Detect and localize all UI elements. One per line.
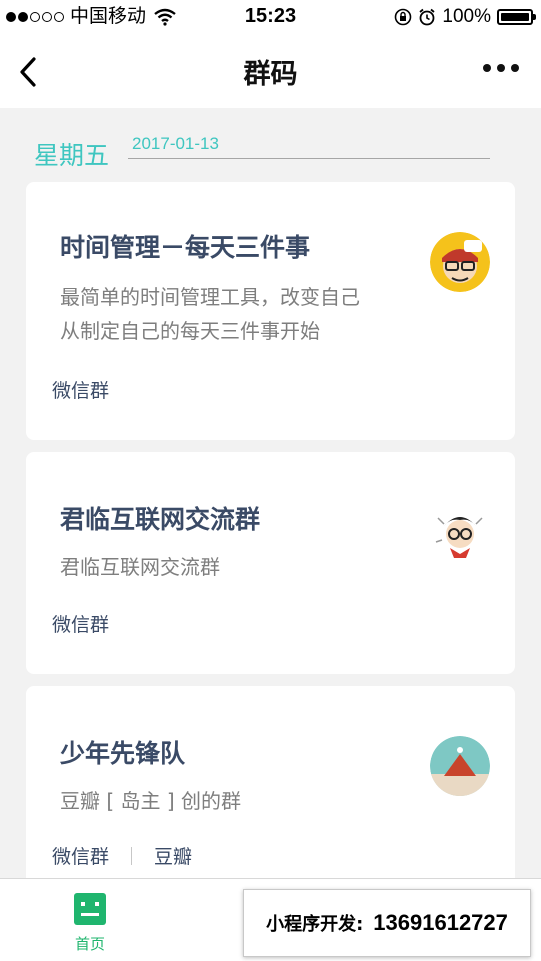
battery-fill [501,13,529,21]
card-description: 君临互联网交流群 [60,550,220,584]
tag-label: 微信群 [52,614,110,636]
card-tags: 微信群 [52,610,109,637]
cartoon-avatar-icon [430,504,490,564]
rotation-lock-icon [395,8,412,26]
tag-label: 微信群 [52,380,110,402]
avatar [430,232,490,292]
card-title: 君临互联网交流群 [60,505,261,534]
page-title: 群码 [243,59,298,90]
status-bar: 中国移动 15:23 100% [0,0,541,34]
group-card[interactable]: 少年先锋队 豆瓣 [ 岛主 ] 创的群 微信群 豆瓣 [26,686,515,886]
promo-label: 小程序开发: [266,914,364,935]
card-description-line: 从制定自己的每天三件事开始 [60,319,320,343]
tag-separator [131,846,133,865]
tag-label: 微信群 [52,846,110,868]
card-description-line: 最简单的时间管理工具，改变自己 [60,285,360,309]
weekday-label: 星期五 [34,141,110,170]
chevron-left-icon[interactable] [14,54,42,90]
card-tags: 微信群 [52,376,109,403]
nav-bar: 群码 [0,34,541,108]
avatar [430,736,490,796]
card-description-line: 君临互联网交流群 [60,555,220,579]
alarm-icon [419,8,435,26]
date-label: 2017-01-13 [132,134,219,153]
group-card[interactable]: 时间管理－每天三件事 最简单的时间管理工具，改变自己 从制定自己的每天三件事开始… [26,182,515,440]
island-avatar-icon [430,736,490,796]
tab-home-label: 首页 [74,935,105,953]
avatar [430,504,490,564]
card-description-line: 豆瓣 [ 岛主 ] 创的群 [60,789,242,813]
date-header: 星期五 2017-01-13 [34,134,490,170]
status-left: 中国移动 [6,6,176,28]
tag-label: 豆瓣 [154,846,193,868]
promo-phone: 13691612727 [373,910,508,935]
wifi-icon [154,8,176,26]
tab-home[interactable]: 首页 [64,893,116,954]
ellipsis-icon[interactable] [483,64,519,72]
date-divider [128,158,490,159]
battery-icon [497,9,536,25]
card-title: 少年先锋队 [60,739,186,768]
card-tags: 微信群 豆瓣 [52,842,192,869]
carrier-name: 中国移动 [70,6,147,27]
promo-banner: 小程序开发: 13691612727 [243,889,531,957]
card-description: 最简单的时间管理工具，改变自己 从制定自己的每天三件事开始 [60,280,360,348]
card-description: 豆瓣 [ 岛主 ] 创的群 [60,784,241,818]
group-card[interactable]: 君临互联网交流群 君临互联网交流群 微信群 [26,452,515,674]
home-grid-icon [74,893,106,925]
card-title: 时间管理－每天三件事 [60,233,311,262]
cartoon-avatar-icon [430,232,490,292]
status-right: 100% [394,6,536,28]
signal-strength-icon [6,12,64,22]
battery-percent: 100% [442,6,491,27]
